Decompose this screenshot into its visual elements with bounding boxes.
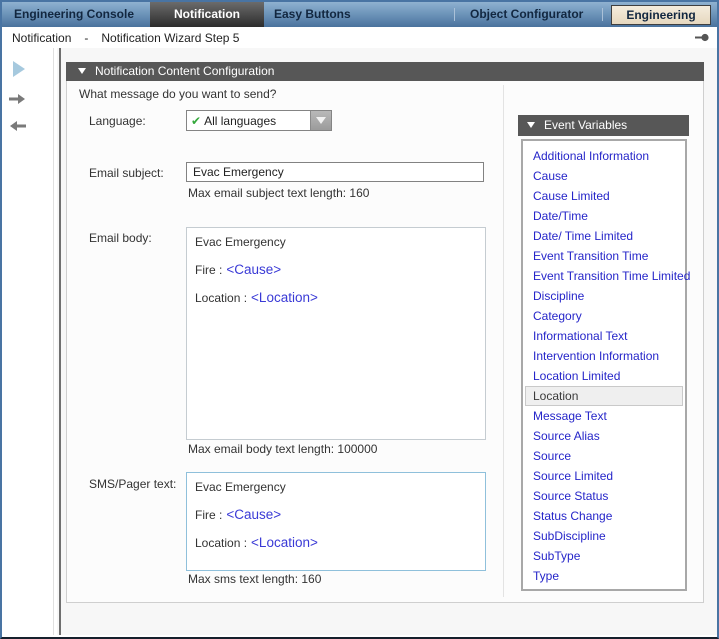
- breadcrumb-root[interactable]: Notification: [12, 31, 71, 45]
- tab-separator: [454, 8, 455, 21]
- event-variable-item-selected[interactable]: Location: [525, 386, 683, 406]
- fire-prefix: Fire :: [195, 263, 222, 277]
- event-variable-item[interactable]: Additional Information: [525, 146, 683, 166]
- email-body-label: Email body:: [89, 231, 152, 245]
- collapse-triangle-icon: [527, 122, 535, 128]
- event-variables-header[interactable]: Event Variables: [518, 115, 689, 136]
- cause-variable-tag: <Cause>: [226, 507, 281, 522]
- location-prefix: Location :: [195, 536, 247, 550]
- event-variable-item[interactable]: Source Limited: [525, 466, 683, 486]
- tab-object-configurator[interactable]: Object Configurator: [466, 2, 587, 27]
- location-prefix: Location :: [195, 291, 247, 305]
- section-divider: [503, 85, 504, 597]
- event-variable-item[interactable]: Category: [525, 306, 683, 326]
- event-variable-item[interactable]: Source Status: [525, 486, 683, 506]
- notification-content-panel: What message do you want to send? Langua…: [66, 81, 704, 603]
- event-variable-item[interactable]: Message Text: [525, 406, 683, 426]
- cause-variable-tag: <Cause>: [226, 262, 281, 277]
- message-line: Fire : <Cause>: [195, 508, 477, 522]
- sms-text-hint: Max sms text length: 160: [188, 572, 321, 586]
- event-variables-title: Event Variables: [544, 118, 627, 132]
- collapse-triangle-icon: [78, 68, 86, 74]
- next-step-arrow-icon[interactable]: [9, 93, 27, 105]
- notification-content-configuration-header[interactable]: Notification Content Configuration: [66, 62, 704, 81]
- message-line: Location : <Location>: [195, 291, 477, 305]
- event-variable-item[interactable]: Event Transition Time: [525, 246, 683, 266]
- sms-pager-textarea[interactable]: Evac Emergency Fire : <Cause> Location : <…: [186, 472, 486, 571]
- previous-step-arrow-icon[interactable]: [9, 120, 27, 132]
- event-variable-item[interactable]: Cause Limited: [525, 186, 683, 206]
- pane-splitter[interactable]: [59, 48, 61, 635]
- event-variable-item[interactable]: SubDiscipline: [525, 526, 683, 546]
- breadcrumb-current[interactable]: Notification Wizard Step 5: [101, 31, 239, 45]
- event-variable-item[interactable]: SubType: [525, 546, 683, 566]
- engineering-mode-button[interactable]: Engineering: [611, 5, 711, 25]
- message-line: Fire : <Cause>: [195, 263, 477, 277]
- message-line: Location : <Location>: [195, 536, 477, 550]
- language-label: Language:: [89, 114, 146, 128]
- sms-pager-label: SMS/Pager text:: [89, 477, 176, 491]
- email-body-textarea[interactable]: Evac Emergency Fire : <Cause> Location : <…: [186, 227, 486, 440]
- breadcrumb-separator: -: [84, 31, 88, 45]
- wizard-nav-sidebar: [2, 48, 57, 635]
- event-variable-item[interactable]: Intervention Information: [525, 346, 683, 366]
- tab-easy-buttons[interactable]: Easy Buttons: [270, 2, 355, 27]
- tab-separator: [602, 8, 603, 21]
- event-variable-item[interactable]: Date/Time: [525, 206, 683, 226]
- pin-icon[interactable]: [695, 33, 709, 42]
- email-subject-label: Email subject:: [89, 166, 164, 180]
- event-variable-item[interactable]: Status Change: [525, 506, 683, 526]
- event-variable-item[interactable]: Type: [525, 566, 683, 586]
- event-variable-item[interactable]: Source Alias: [525, 426, 683, 446]
- event-variable-item[interactable]: Location Limited: [525, 366, 683, 386]
- language-dropdown[interactable]: ✔ All languages: [186, 110, 332, 131]
- tab-notification-wizard[interactable]: Notification Wizard: [150, 2, 264, 27]
- message-line: Evac Emergency: [195, 235, 477, 249]
- email-subject-hint: Max email subject text length: 160: [188, 186, 369, 200]
- language-selected-value: All languages: [204, 114, 310, 128]
- event-variable-item[interactable]: Informational Text: [525, 326, 683, 346]
- check-icon: ✔: [191, 114, 201, 128]
- event-variable-item[interactable]: Event Transition Time Limited: [525, 266, 683, 286]
- fire-prefix: Fire :: [195, 508, 222, 522]
- run-step-icon[interactable]: [13, 61, 25, 77]
- chevron-down-icon: [316, 117, 326, 124]
- top-tab-bar: Engineering Console Notification Wizard …: [2, 2, 717, 27]
- panel-title: Notification Content Configuration: [95, 64, 274, 78]
- location-variable-tag: <Location>: [251, 290, 318, 305]
- tab-engineering-console[interactable]: Engineering Console: [10, 2, 138, 27]
- message-line: Evac Emergency: [195, 480, 477, 494]
- breadcrumb: Notification - Notification Wizard Step …: [2, 27, 717, 48]
- event-variable-item[interactable]: Date/ Time Limited: [525, 226, 683, 246]
- event-variables-list: Additional Information Cause Cause Limit…: [521, 139, 687, 591]
- main-body: Notification Content Configuration What …: [2, 48, 717, 635]
- location-variable-tag: <Location>: [251, 535, 318, 550]
- wizard-question: What message do you want to send?: [79, 87, 276, 101]
- email-subject-input[interactable]: [186, 162, 484, 182]
- event-variable-item[interactable]: Source: [525, 446, 683, 466]
- dropdown-arrow-button[interactable]: [310, 111, 331, 130]
- app-window: Engineering Console Notification Wizard …: [0, 0, 719, 639]
- event-variable-item[interactable]: Discipline: [525, 286, 683, 306]
- sidebar-divider: [53, 48, 54, 635]
- email-body-hint: Max email body text length: 100000: [188, 442, 377, 456]
- event-variable-item[interactable]: Cause: [525, 166, 683, 186]
